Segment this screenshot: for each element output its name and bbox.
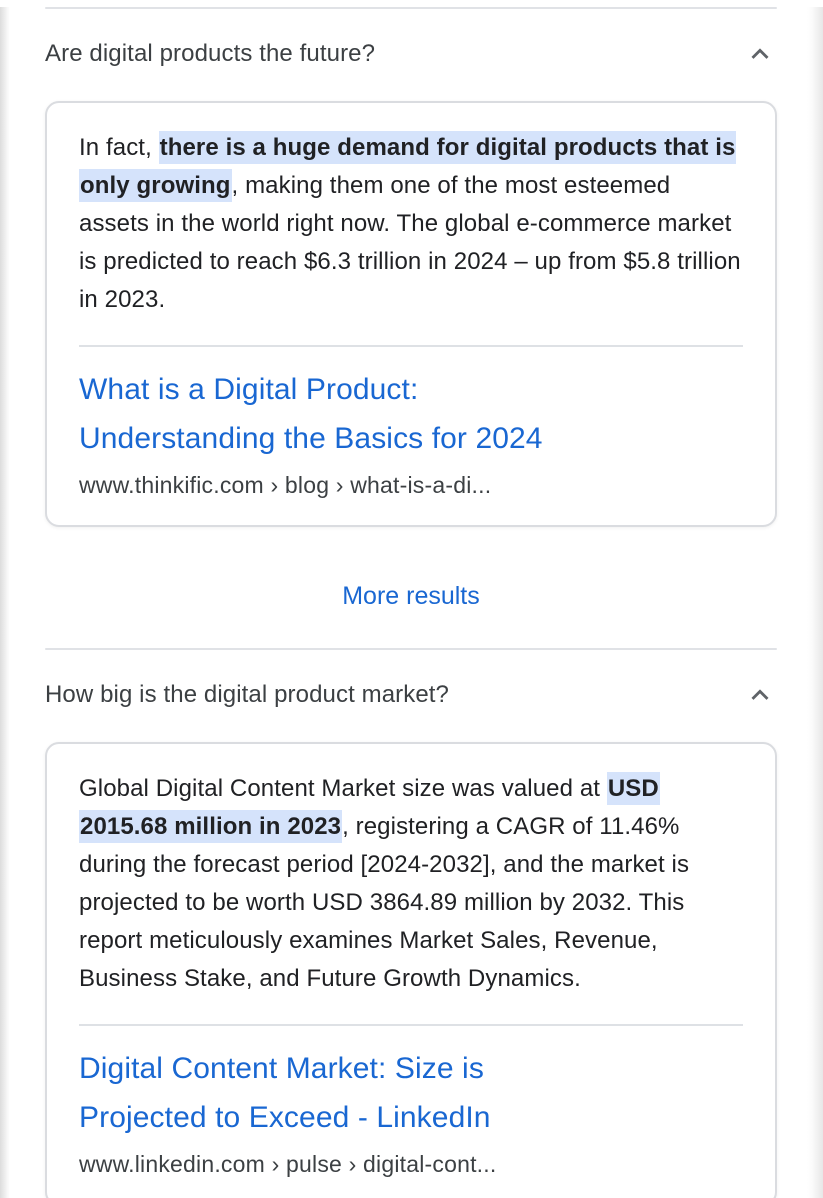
- card-divider: [79, 1024, 743, 1026]
- card-divider: [79, 345, 743, 347]
- result-link[interactable]: What is a Digital Product:Understanding …: [79, 365, 743, 463]
- result-link-line: What is a Digital Product:: [79, 365, 743, 414]
- snippet-text: Global Digital Content Market size was v…: [79, 775, 607, 802]
- question-label: How big is the digital product market?: [45, 680, 449, 710]
- answer-snippet: In fact, there is a huge demand for digi…: [79, 129, 743, 319]
- screen-edge-right: [807, 7, 823, 1198]
- result-url: www.thinkific.com › blog › what-is-a-di.…: [79, 469, 743, 501]
- chevron-up-icon[interactable]: [743, 678, 777, 712]
- more-results-link[interactable]: More results: [45, 581, 777, 611]
- paa-item-1: Are digital products the future? In fact…: [45, 37, 777, 527]
- result-link-line: Projected to Exceed - LinkedIn: [79, 1093, 743, 1142]
- answer-card-2: Global Digital Content Market size was v…: [45, 742, 777, 1198]
- result-link[interactable]: Digital Content Market: Size isProjected…: [79, 1044, 743, 1142]
- chevron-up-icon[interactable]: [743, 37, 777, 71]
- answer-snippet: Global Digital Content Market size was v…: [79, 770, 743, 998]
- result-link-line: Digital Content Market: Size is: [79, 1044, 743, 1093]
- question-row-2[interactable]: How big is the digital product market?: [45, 678, 777, 712]
- question-label: Are digital products the future?: [45, 39, 375, 69]
- screen-edge-left: [0, 7, 10, 1198]
- result-link-line: Understanding the Basics for 2024: [79, 414, 743, 463]
- paa-item-2: How big is the digital product market? G…: [45, 678, 777, 1198]
- people-also-ask-section: Are digital products the future? In fact…: [0, 7, 823, 1198]
- answer-card-1: In fact, there is a huge demand for digi…: [45, 101, 777, 527]
- section-divider: [45, 648, 777, 650]
- snippet-text: In fact,: [79, 134, 159, 161]
- section-divider: [45, 7, 777, 9]
- result-url: www.linkedin.com › pulse › digital-cont.…: [79, 1148, 743, 1180]
- question-row-1[interactable]: Are digital products the future?: [45, 37, 777, 71]
